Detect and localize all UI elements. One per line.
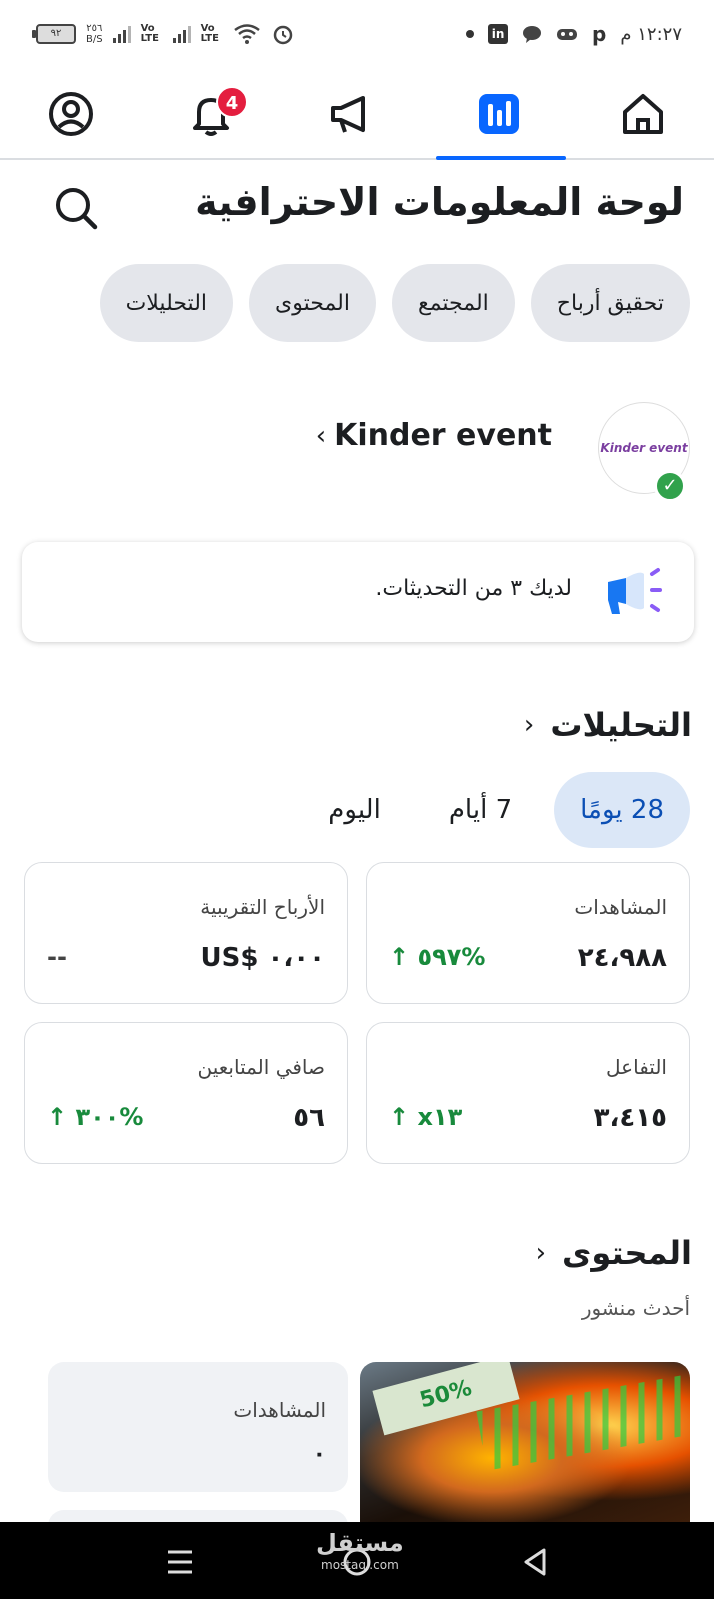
home-icon bbox=[623, 94, 663, 134]
active-tab-indicator bbox=[436, 156, 566, 160]
chat-icon bbox=[523, 26, 542, 43]
metric-label: الأرباح التقريبية bbox=[200, 895, 325, 919]
verified-check-icon: ✓ bbox=[654, 470, 686, 502]
wifi-icon bbox=[233, 24, 260, 44]
chevron-left-icon: ‹ bbox=[523, 710, 535, 740]
chip-content[interactable]: المحتوى bbox=[249, 264, 376, 342]
analytics-section-header[interactable]: التحليلات ‹ bbox=[524, 706, 692, 744]
metric-change: -- bbox=[47, 943, 67, 971]
nav-analytics[interactable] bbox=[464, 84, 534, 144]
updates-card[interactable]: لديك ٣ من التحديثات. bbox=[22, 542, 694, 642]
metric-card-engagement[interactable]: التفاعل ٣،٤١٥ ↑ x١٣ bbox=[366, 1022, 690, 1164]
battery-level: ٩٢ bbox=[50, 28, 62, 39]
metric-card-earnings[interactable]: الأرباح التقريبية US$ ٠،٠٠ -- bbox=[24, 862, 348, 1004]
status-bar: ٩٢ ٢٥٦ B/S Vo LTE Vo LTE in p ١٢:٢٧ م bbox=[0, 0, 714, 72]
avatar-logo-text: Kinder event bbox=[600, 441, 688, 455]
page-title: لوحة المعلومات الاحترافية bbox=[195, 180, 684, 224]
metric-label: التفاعل bbox=[606, 1055, 667, 1079]
chip-analytics[interactable]: التحليلات bbox=[99, 264, 234, 342]
nav-ads[interactable] bbox=[316, 84, 386, 144]
p-icon: p bbox=[592, 22, 607, 46]
metric-value: ٥٦ bbox=[293, 1103, 325, 1133]
tab-28-days[interactable]: 28 يومًا bbox=[554, 772, 690, 848]
system-nav-bar: مستقل mostaql.com bbox=[0, 1522, 714, 1599]
analytics-icon bbox=[479, 94, 519, 134]
data-speed-value: ٢٥٦ bbox=[86, 23, 103, 34]
chip-community[interactable]: المجتمع bbox=[391, 264, 515, 342]
metric-change: ↑ ٣٠٠% bbox=[47, 1103, 144, 1131]
game-icon bbox=[557, 29, 578, 40]
updates-text: لديك ٣ من التحديثات. bbox=[375, 576, 572, 601]
lte-icon: Vo LTE bbox=[140, 23, 159, 44]
status-left: ٩٢ ٢٥٦ B/S Vo LTE Vo LTE bbox=[32, 22, 295, 46]
metric-label: المشاهدات bbox=[574, 895, 667, 919]
profile-name: Kinder event bbox=[334, 418, 552, 453]
analytics-title: التحليلات bbox=[550, 706, 692, 744]
back-icon[interactable] bbox=[516, 1542, 556, 1582]
search-button[interactable] bbox=[52, 184, 100, 232]
profile-switcher[interactable]: ‹ Kinder event bbox=[316, 418, 552, 453]
nav-home[interactable] bbox=[608, 84, 678, 144]
metric-value: US$ ٠،٠٠ bbox=[200, 943, 325, 973]
search-icon bbox=[56, 188, 98, 230]
latest-post-label: أحدث منشور bbox=[581, 1296, 690, 1320]
announcement-icon bbox=[608, 568, 662, 614]
watermark-text: مستقل bbox=[316, 1529, 404, 1557]
status-right: in p ١٢:٢٧ م bbox=[466, 22, 682, 46]
lte-icon: Vo LTE bbox=[200, 23, 219, 44]
post-views-label: المشاهدات bbox=[233, 1398, 326, 1422]
data-speed-unit: B/S bbox=[86, 34, 103, 45]
notification-badge: 4 bbox=[216, 86, 248, 118]
tab-today[interactable]: اليوم bbox=[302, 772, 407, 848]
tab-7-days[interactable]: 7 أيام bbox=[423, 772, 538, 848]
watermark: مستقل mostaql.com bbox=[316, 1529, 404, 1576]
megaphone-icon bbox=[331, 96, 365, 133]
chevron-left-icon: ‹ bbox=[315, 420, 327, 451]
metric-value: ٣،٤١٥ bbox=[593, 1103, 667, 1133]
post-thumbnail[interactable]: 50% bbox=[360, 1362, 690, 1522]
chip-monetization[interactable]: تحقيق أرباح bbox=[530, 264, 690, 342]
post-views-card[interactable]: المشاهدات ٠ bbox=[48, 1362, 348, 1492]
metric-card-net-followers[interactable]: صافي المتابعين ٥٦ ↑ ٣٠٠% bbox=[24, 1022, 348, 1164]
content-section-header[interactable]: المحتوى ‹ bbox=[536, 1234, 692, 1272]
watermark-subtext: mostaql.com bbox=[321, 1558, 399, 1572]
content-title: المحتوى bbox=[562, 1234, 692, 1272]
section-chips: التحليلات المحتوى المجتمع تحقيق أرباح bbox=[99, 264, 690, 342]
metric-label: صافي المتابعين bbox=[197, 1055, 325, 1079]
time-range-tabs: 28 يومًا 7 أيام اليوم bbox=[302, 772, 690, 848]
nav-notifications[interactable]: 4 bbox=[176, 84, 248, 144]
battery-icon: ٩٢ bbox=[32, 24, 76, 44]
metric-value: ٢٤،٩٨٨ bbox=[577, 943, 667, 973]
metric-change: ↑ x١٣ bbox=[389, 1103, 463, 1131]
dot-icon bbox=[466, 30, 475, 38]
metric-card-views[interactable]: المشاهدات ٢٤،٩٨٨ ↑ ٥٩٧% bbox=[366, 862, 690, 1004]
chevron-left-icon: ‹ bbox=[535, 1238, 547, 1268]
signal-icon bbox=[172, 25, 191, 43]
avatar[interactable]: Kinder event ✓ bbox=[598, 402, 690, 502]
signal-icon bbox=[112, 25, 131, 43]
linkedin-icon: in bbox=[488, 24, 509, 44]
alarm-icon bbox=[273, 25, 292, 45]
nav-profile[interactable] bbox=[36, 84, 106, 144]
data-speed: ٢٥٦ B/S bbox=[86, 23, 103, 45]
post-views-value: ٠ bbox=[312, 1442, 326, 1467]
metric-change: ↑ ٥٩٧% bbox=[389, 943, 486, 971]
status-time: ١٢:٢٧ م bbox=[620, 23, 682, 45]
menu-icon[interactable] bbox=[160, 1542, 200, 1582]
profile-icon bbox=[49, 92, 93, 136]
top-nav: 4 bbox=[0, 72, 714, 160]
